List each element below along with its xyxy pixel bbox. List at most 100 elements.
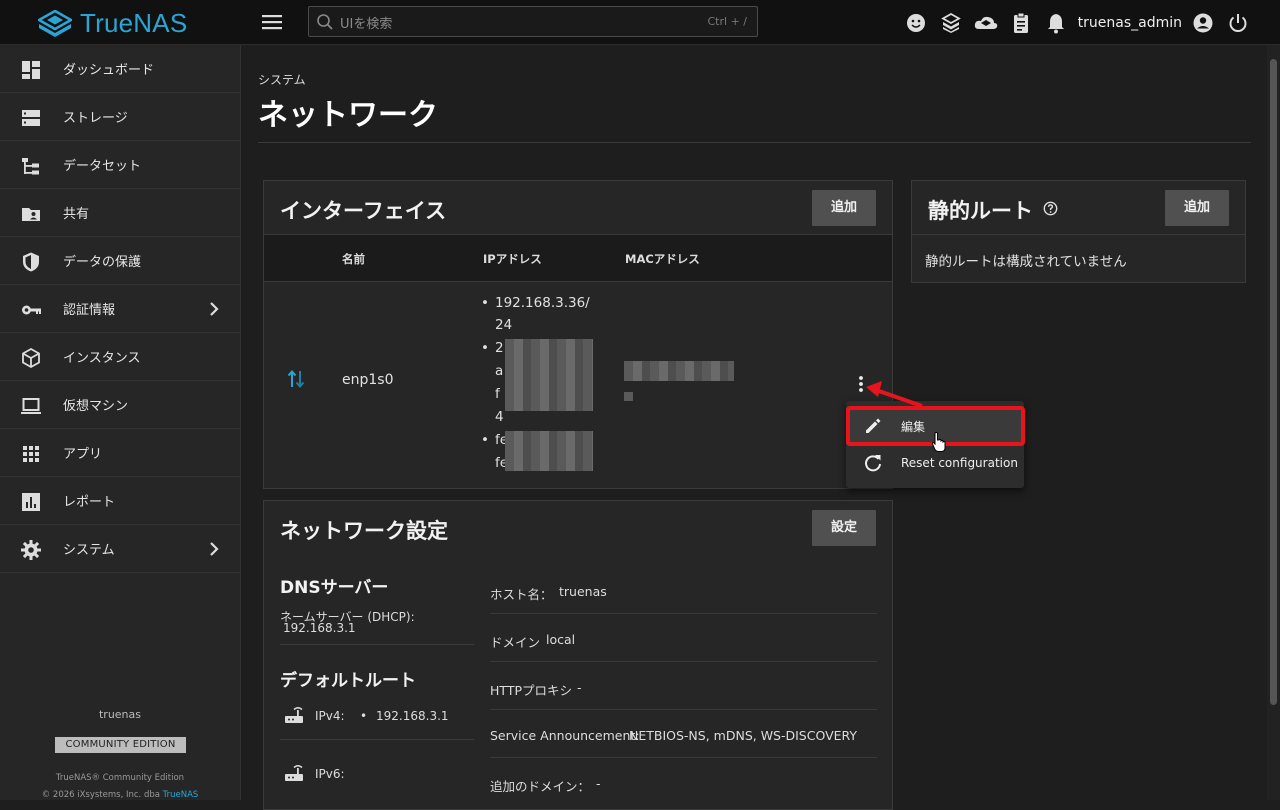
sidebar-item-label: インスタンス: [63, 351, 141, 366]
sidebar-item-label: アプリ: [63, 447, 103, 462]
account-button[interactable]: [1188, 0, 1218, 45]
gear-icon: [21, 540, 41, 560]
laptop-icon: [21, 398, 41, 414]
http-proxy-row: HTTPプロキシ -: [490, 662, 877, 710]
jobs-button[interactable]: [1004, 0, 1039, 45]
clipboard-icon: [1014, 12, 1029, 33]
sidebar-item-datasets[interactable]: データセット: [0, 141, 240, 189]
page-title: ネットワーク: [258, 98, 438, 133]
cube-icon: [22, 347, 40, 369]
router-icon: [285, 707, 303, 723]
bullet: •: [360, 709, 368, 723]
hand-cursor-icon: [931, 432, 946, 452]
search-icon: [317, 14, 333, 30]
storage-icon: [22, 110, 40, 126]
link-up-down-arrows-icon: [287, 369, 305, 389]
http-proxy-label: HTTPプロキシ: [490, 683, 572, 698]
hostname-label: ホスト名：: [490, 587, 553, 602]
shield-icon: [23, 252, 39, 272]
sidebar-item-label: 共有: [63, 207, 90, 222]
service-announcement-value: NETBIOS-NS, mDNS, WS-DISCOVERY: [629, 728, 858, 743]
hostname-value: truenas: [559, 584, 607, 599]
bullet: •: [481, 432, 489, 448]
sidebar-item-instances[interactable]: インスタンス: [0, 333, 240, 381]
sidebar-item-label: データセット: [63, 159, 142, 174]
truenas-logo[interactable]: TrueNAS: [38, 8, 187, 39]
interfaces-title: インターフェイス: [280, 199, 447, 223]
title-divider: [258, 142, 1251, 143]
network-settings-card: ネットワーク設定 設定 DNSサーバー ネームサーバー (DHCP): 192.…: [263, 500, 893, 810]
search-input[interactable]: UIを検索 Ctrl + /: [308, 6, 758, 37]
ipv6-label: IPv6:: [315, 767, 345, 781]
main-content: システム ネットワーク インターフェイス 追加 名前 IPアドレス MACアドレ…: [241, 45, 1267, 810]
static-routes-empty-message: 静的ルートは構成されていません: [925, 254, 1127, 270]
domain-row: ドメイン local: [490, 614, 877, 662]
chevron-right-icon: [210, 542, 219, 556]
ip-address-2-char: a: [495, 363, 504, 379]
default-route-title: デフォルトルート: [280, 671, 416, 691]
sidebar-hostname: truenas: [98, 708, 142, 721]
truenas-connect-button[interactable]: [969, 0, 1004, 45]
sidebar-item-data-protection[interactable]: データの保護: [0, 237, 240, 285]
sidebar-item-label: ダッシュボード: [63, 63, 155, 78]
username: truenas_admin: [1077, 14, 1182, 31]
help-circle-icon[interactable]: [1043, 201, 1058, 216]
power-button[interactable]: [1218, 0, 1258, 45]
ipv4-label: IPv4:: [315, 709, 345, 723]
truenas-link[interactable]: TrueNAS: [163, 790, 199, 800]
divider: [280, 644, 474, 645]
service-announcement-row: Service Announcement: NETBIOS-NS, mDNS, …: [490, 710, 877, 758]
sidebar-item-apps[interactable]: アプリ: [0, 429, 240, 477]
hostname-row: ホスト名： truenas: [490, 566, 877, 614]
sidebar-item-label: データの保護: [63, 255, 142, 270]
domain-label: ドメイン: [490, 635, 541, 650]
network-settings-title: ネットワーク設定: [280, 519, 448, 543]
dashboard-icon: [22, 61, 40, 79]
sidebar-item-label: 認証情報: [63, 303, 116, 318]
apps-grid-icon: [23, 446, 39, 462]
hamburger-menu-button[interactable]: [258, 10, 286, 34]
copyright-line-2: © 2026 iXsystems, Inc. dba TrueNAS: [0, 790, 240, 800]
page-scrollbar[interactable]: [1267, 45, 1280, 800]
additional-domains-value: -: [596, 776, 601, 791]
ipv6-redacted: [505, 339, 593, 411]
add-interface-button[interactable]: 追加: [812, 190, 876, 226]
mac-address-redacted: [624, 361, 734, 381]
ip-address-1-line2: 24: [495, 317, 513, 333]
ip-address-1-line1: 192.168.3.36/: [495, 295, 590, 311]
truecommand-button[interactable]: [934, 0, 969, 45]
copyright-line-1: TrueNAS® Community Edition: [55, 773, 185, 783]
sidebar-item-reports[interactable]: レポート: [0, 477, 240, 525]
truenas-logo-icon: [38, 9, 72, 37]
sidebar-item-virtual-machines[interactable]: 仮想マシン: [0, 381, 240, 429]
sidebar-item-storage[interactable]: ストレージ: [0, 93, 240, 141]
divider: [280, 739, 474, 740]
chevron-right-icon: [210, 302, 219, 316]
scrollbar-thumb[interactable]: [1270, 59, 1277, 705]
sidebar-item-credentials[interactable]: 認証情報: [0, 285, 240, 333]
bell-icon: [1048, 13, 1065, 33]
column-header-mac[interactable]: MACアドレス: [625, 251, 700, 267]
interfaces-card: インターフェイス 追加 名前 IPアドレス MACアドレス enp1s0 • 1…: [263, 180, 893, 489]
edition-badge: COMMUNITY EDITION: [55, 737, 186, 753]
search-shortcut-hint: Ctrl + /: [707, 15, 748, 28]
column-header-name[interactable]: 名前: [342, 251, 365, 267]
sidebar-item-shares[interactable]: 共有: [0, 189, 240, 237]
feedback-button[interactable]: [899, 0, 934, 45]
additional-domains-label: 追加のドメイン：: [490, 779, 591, 794]
truecommand-icon: [941, 12, 961, 33]
interface-name: enp1s0: [342, 372, 394, 388]
alerts-button[interactable]: [1039, 0, 1074, 45]
column-header-ip[interactable]: IPアドレス: [483, 251, 542, 267]
breadcrumb[interactable]: システム: [258, 71, 306, 88]
search-placeholder: UIを検索: [340, 17, 393, 32]
account-circle-icon: [1193, 13, 1213, 32]
sidebar-item-label: 仮想マシン: [63, 399, 129, 414]
key-icon: [22, 305, 41, 315]
sidebar-item-system[interactable]: システム: [0, 525, 240, 573]
top-bar: TrueNAS UIを検索 Ctrl + / truenas_admin: [0, 0, 1280, 45]
configure-network-button[interactable]: 設定: [812, 510, 876, 546]
sidebar-item-label: システム: [63, 543, 115, 558]
sidebar-item-dashboard[interactable]: ダッシュボード: [0, 45, 240, 93]
add-static-route-button[interactable]: 追加: [1165, 190, 1229, 226]
